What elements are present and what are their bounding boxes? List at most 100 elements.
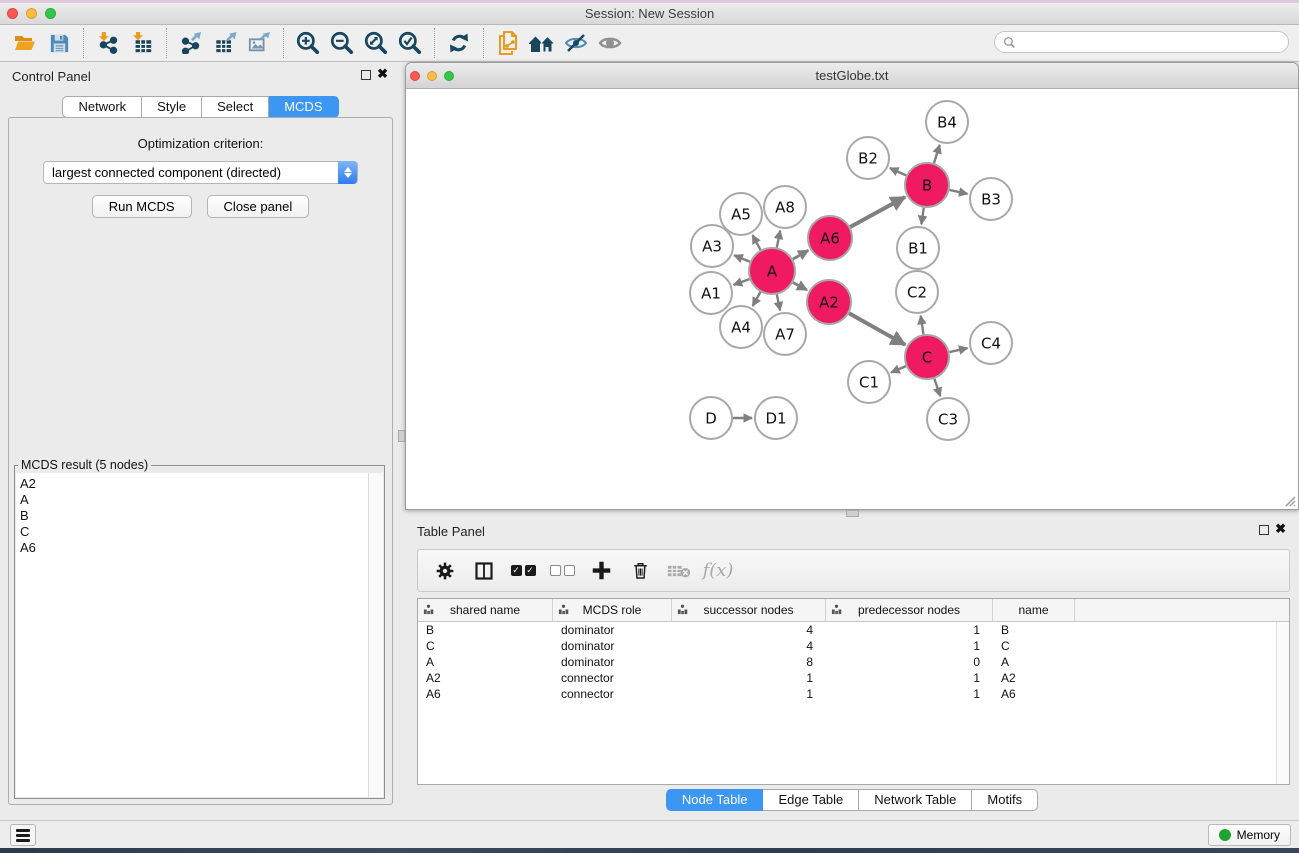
network-canvas[interactable]: AA1A2A3A4A5A6A7A8BB1B2B3B4CC1C2C3C4DD1 <box>406 89 1298 509</box>
table-cell[interactable]: A2 <box>418 670 553 686</box>
table-cell[interactable]: 8 <box>672 654 826 670</box>
column-header-MCDS-role[interactable]: MCDS role <box>553 599 672 621</box>
float-panel-icon[interactable] <box>361 70 371 80</box>
close-panel-icon[interactable]: ✖ <box>1275 521 1286 537</box>
zoom-out-button[interactable] <box>325 28 359 58</box>
optimization-dropdown[interactable]: largest connected component (directed) <box>43 161 358 184</box>
table-scrollbar[interactable] <box>1276 622 1289 784</box>
mcds-result-list[interactable]: A2ABCA6 <box>16 473 383 797</box>
result-item[interactable]: A6 <box>20 540 383 556</box>
show-column-button[interactable] <box>469 556 499 586</box>
table-tab-node-table[interactable]: Node Table <box>666 789 764 811</box>
export-image-button[interactable] <box>242 28 276 58</box>
control-panel-tab-select[interactable]: Select <box>202 96 269 118</box>
save-session-button[interactable] <box>42 28 76 58</box>
table-row[interactable]: Adominator80A <box>418 654 1289 670</box>
table-cell[interactable]: C <box>418 638 553 654</box>
table-tab-network-table[interactable]: Network Table <box>859 789 972 811</box>
column-header-predecessor-nodes[interactable]: predecessor nodes <box>826 599 993 621</box>
graph-edge-C-C3[interactable] <box>934 379 940 396</box>
apply-layout-button[interactable] <box>442 28 476 58</box>
dropdown-stepper-icon[interactable] <box>338 161 357 184</box>
result-scrollbar[interactable] <box>368 473 383 797</box>
export-network-button[interactable] <box>174 28 208 58</box>
table-row[interactable]: Cdominator41C <box>418 638 1289 654</box>
result-item[interactable]: C <box>20 524 383 540</box>
graph-edge-A-A6[interactable] <box>793 250 808 259</box>
table-cell[interactable]: 1 <box>672 670 826 686</box>
table-cell[interactable]: 1 <box>826 670 993 686</box>
import-table-button[interactable] <box>125 28 159 58</box>
graph-edge-A-A7[interactable] <box>777 295 780 311</box>
resize-grip-icon[interactable] <box>1283 494 1296 507</box>
table-cell[interactable]: B <box>418 622 553 638</box>
table-tab-edge-table[interactable]: Edge Table <box>763 789 859 811</box>
graph-edge-C-C1[interactable] <box>891 366 906 372</box>
table-cell[interactable]: A <box>418 654 553 670</box>
horizontal-splitter-handle[interactable] <box>846 510 859 517</box>
graph-edge-A6-B[interactable] <box>850 197 905 227</box>
column-header-shared-name[interactable]: shared name <box>418 599 553 621</box>
table-cell[interactable]: A6 <box>418 686 553 702</box>
graph-edge-B-B2[interactable] <box>890 168 906 175</box>
memory-button[interactable]: Memory <box>1208 824 1291 846</box>
hide-unhide-button[interactable] <box>559 28 593 58</box>
graph-edge-A-A3[interactable] <box>734 255 750 262</box>
create-column-button[interactable] <box>586 556 616 586</box>
zoom-fit-button[interactable] <box>359 28 393 58</box>
graph-edge-A-A5[interactable] <box>752 235 760 250</box>
column-header-successor-nodes[interactable]: successor nodes <box>672 599 826 621</box>
graph-edge-A2-C[interactable] <box>849 313 905 345</box>
clone-network-button[interactable] <box>491 28 525 58</box>
table-cell[interactable]: A6 <box>993 686 1075 702</box>
control-panel-tab-network[interactable]: Network <box>62 96 142 118</box>
graph-edge-B-B3[interactable] <box>949 190 967 194</box>
graph-edge-A-A2[interactable] <box>793 282 807 290</box>
table-row[interactable]: A2connector11A2 <box>418 670 1289 686</box>
table-cell[interactable]: 1 <box>826 686 993 702</box>
export-table-button[interactable] <box>208 28 242 58</box>
graph-edge-A-A1[interactable] <box>734 279 750 285</box>
import-network-button[interactable] <box>91 28 125 58</box>
table-row[interactable]: A6connector11A6 <box>418 686 1289 702</box>
cybrowser-home-button[interactable] <box>525 28 559 58</box>
graph-edge-C-C2[interactable] <box>921 316 924 335</box>
control-panel-tab-mcds[interactable]: MCDS <box>269 96 338 118</box>
open-session-button[interactable] <box>8 28 42 58</box>
table-cell[interactable]: 0 <box>826 654 993 670</box>
table-cell[interactable]: C <box>993 638 1075 654</box>
table-cell[interactable]: 4 <box>672 638 826 654</box>
table-cell[interactable]: connector <box>553 686 672 702</box>
run-mcds-button[interactable]: Run MCDS <box>92 195 192 218</box>
float-panel-icon[interactable] <box>1259 525 1269 535</box>
table-cell[interactable]: connector <box>553 670 672 686</box>
table-cell[interactable]: 1 <box>826 622 993 638</box>
graph-edge-C-C4[interactable] <box>949 348 967 352</box>
graph-edge-B-B4[interactable] <box>934 145 940 163</box>
deselect-all-button[interactable] <box>547 556 577 586</box>
search-field[interactable] <box>994 31 1289 53</box>
graph-edge-A-A8[interactable] <box>777 231 780 248</box>
search-input[interactable] <box>1016 35 1288 49</box>
close-panel-button[interactable]: Close panel <box>207 195 310 218</box>
table-row[interactable]: Bdominator41B <box>418 622 1289 638</box>
graph-edge-A-A4[interactable] <box>753 292 761 306</box>
table-settings-button[interactable] <box>430 556 460 586</box>
table-tab-motifs[interactable]: Motifs <box>972 789 1038 811</box>
table-cell[interactable]: dominator <box>553 638 672 654</box>
result-item[interactable]: B <box>20 508 383 524</box>
vertical-splitter-handle[interactable] <box>398 430 405 442</box>
table-cell[interactable]: 4 <box>672 622 826 638</box>
select-all-button[interactable]: ✓ ✓ <box>508 556 538 586</box>
show-all-button[interactable] <box>593 28 627 58</box>
table-cell[interactable]: B <box>993 622 1075 638</box>
table-cell[interactable]: A2 <box>993 670 1075 686</box>
close-panel-icon[interactable]: ✖ <box>377 66 388 82</box>
table-cell[interactable]: A <box>993 654 1075 670</box>
result-item[interactable]: A2 <box>20 476 383 492</box>
task-history-button[interactable] <box>10 824 36 846</box>
result-item[interactable]: A <box>20 492 383 508</box>
zoom-selected-button[interactable] <box>393 28 427 58</box>
table-cell[interactable]: 1 <box>672 686 826 702</box>
delete-column-button[interactable] <box>625 556 655 586</box>
